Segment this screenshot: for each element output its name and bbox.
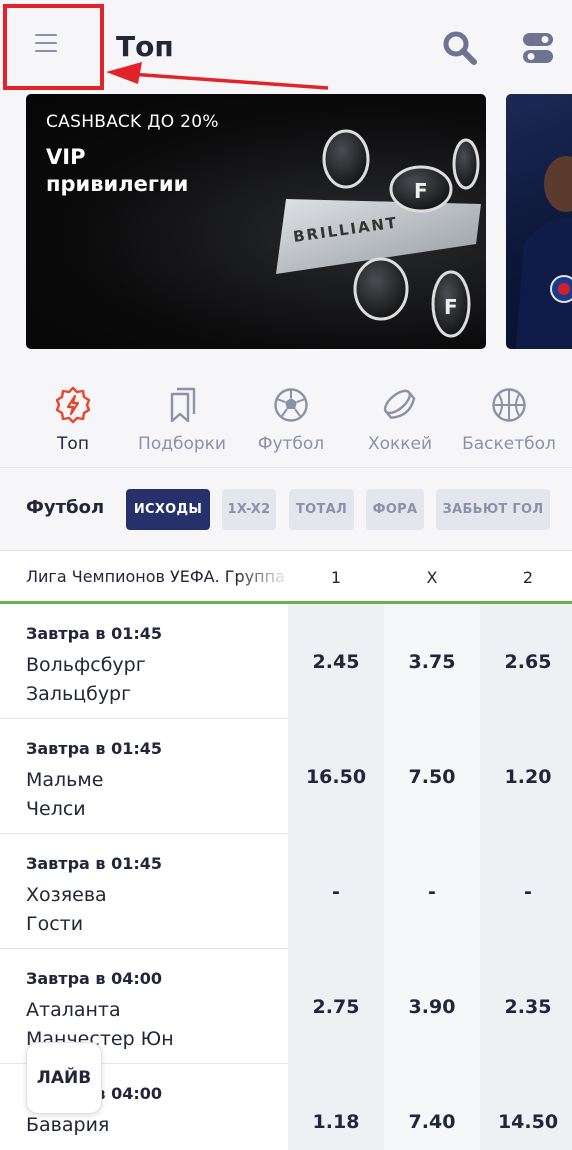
- odd-away[interactable]: -: [480, 834, 572, 949]
- column-header-1: 1: [330, 568, 342, 587]
- promo-banner-next[interactable]: [506, 94, 572, 349]
- chip-double-chance[interactable]: 1X-X2: [222, 489, 276, 530]
- banner-title: VIP привилегии: [46, 145, 189, 196]
- soccer-ball-icon: [274, 388, 308, 422]
- odd-draw[interactable]: -: [384, 834, 480, 949]
- away-team: Гости: [26, 913, 84, 935]
- match-time: Завтра в 01:45: [26, 854, 163, 873]
- promo-banner-vip[interactable]: CASHBACK ДО 20% VIP привилегии BRILLIANT…: [26, 94, 486, 349]
- player-illustration-icon: [516, 156, 572, 349]
- market-filter: Футбол ИСХОДЫ 1X-X2 ТОТАЛ ФОРА ЗАБЬЮТ ГО…: [0, 468, 572, 550]
- odd-home[interactable]: 2.75: [288, 949, 384, 1064]
- odd-draw[interactable]: 3.90: [384, 949, 480, 1064]
- away-team: Челси: [26, 798, 86, 820]
- sport-tab-hockey[interactable]: Хоккей: [345, 380, 455, 460]
- sport-tab-top[interactable]: Топ: [18, 380, 128, 460]
- home-team: Вольфсбург: [26, 654, 146, 676]
- chip-outcomes[interactable]: ИСХОДЫ: [126, 489, 210, 530]
- sport-tab-label: Подборки: [138, 434, 226, 454]
- chip-handicap[interactable]: ФОРА: [366, 489, 424, 530]
- sport-tab-label: Баскетбол: [462, 434, 556, 454]
- odd-away[interactable]: 1.20: [480, 719, 572, 834]
- odd-home[interactable]: -: [288, 834, 384, 949]
- odd-home[interactable]: 2.45: [288, 604, 384, 719]
- svg-text:F: F: [414, 179, 428, 203]
- odd-home[interactable]: 16.50: [288, 719, 384, 834]
- sport-tab-label: Топ: [57, 434, 89, 454]
- chip-total[interactable]: ТОТАЛ: [289, 489, 354, 530]
- column-header-x: X: [426, 568, 438, 587]
- banner-subtitle: CASHBACK ДО 20%: [46, 112, 219, 132]
- match-time: Завтра в 01:45: [26, 739, 163, 758]
- hamburger-menu-icon: [34, 34, 57, 52]
- app-header: Топ: [0, 0, 572, 92]
- column-header-2: 2: [522, 568, 534, 587]
- odd-draw[interactable]: 7.50: [384, 719, 480, 834]
- odd-home[interactable]: 1.18: [288, 1064, 384, 1150]
- bookmarks-icon: [170, 387, 196, 423]
- search-icon[interactable]: [442, 30, 478, 66]
- vip-cards-illustration-icon: BRILLIANT F F: [276, 129, 481, 338]
- menu-button[interactable]: [3, 4, 104, 90]
- toggle-settings-icon[interactable]: [521, 31, 555, 65]
- sport-tab-basketball[interactable]: Баскетбол: [454, 380, 564, 460]
- match-row[interactable]: Завтра в 01:45 Хозяева Гости - - -: [0, 834, 572, 949]
- sport-nav: Топ Подборки Футбол Хоккей Баскетбол: [0, 380, 572, 468]
- market-sport-title: Футбол: [26, 497, 105, 518]
- away-team: Зальцбург: [26, 683, 132, 705]
- match-time: Завтра в 04:00: [26, 969, 163, 988]
- svg-text:F: F: [444, 295, 458, 319]
- odd-draw[interactable]: 3.75: [384, 604, 480, 719]
- odd-away[interactable]: 2.65: [480, 604, 572, 719]
- match-time: Завтра в 01:45: [26, 624, 163, 643]
- home-team: Бавария: [26, 1114, 110, 1136]
- chip-both-score[interactable]: ЗАБЬЮТ ГОЛ: [436, 489, 550, 530]
- odd-away[interactable]: 14.50: [480, 1064, 572, 1150]
- basketball-icon: [492, 388, 526, 422]
- annotation-arrow-icon: [106, 62, 329, 90]
- home-team: Хозяева: [26, 884, 107, 906]
- live-button[interactable]: ЛАЙВ: [26, 1042, 102, 1114]
- match-row[interactable]: Завтра в 01:45 Вольфсбург Зальцбург 2.45…: [0, 604, 572, 719]
- sport-tab-football[interactable]: Футбол: [236, 380, 346, 460]
- home-team: Мальме: [26, 769, 104, 791]
- odd-away[interactable]: 2.35: [480, 949, 572, 1064]
- league-name[interactable]: Лига Чемпионов УЕФА. Группа: [26, 567, 290, 586]
- hockey-puck-icon: [383, 389, 416, 419]
- match-row[interactable]: Завтра в 01:45 Мальме Челси 16.50 7.50 1…: [0, 719, 572, 834]
- sport-tab-collections[interactable]: Подборки: [127, 380, 237, 460]
- odd-draw[interactable]: 7.40: [384, 1064, 480, 1150]
- sport-tab-label: Хоккей: [367, 434, 433, 454]
- league-header: Лига Чемпионов УЕФА. Группа 1 X 2: [0, 550, 572, 604]
- lightning-icon: [55, 386, 91, 424]
- sport-tab-label: Футбол: [257, 434, 325, 454]
- home-team: Аталанта: [26, 999, 121, 1021]
